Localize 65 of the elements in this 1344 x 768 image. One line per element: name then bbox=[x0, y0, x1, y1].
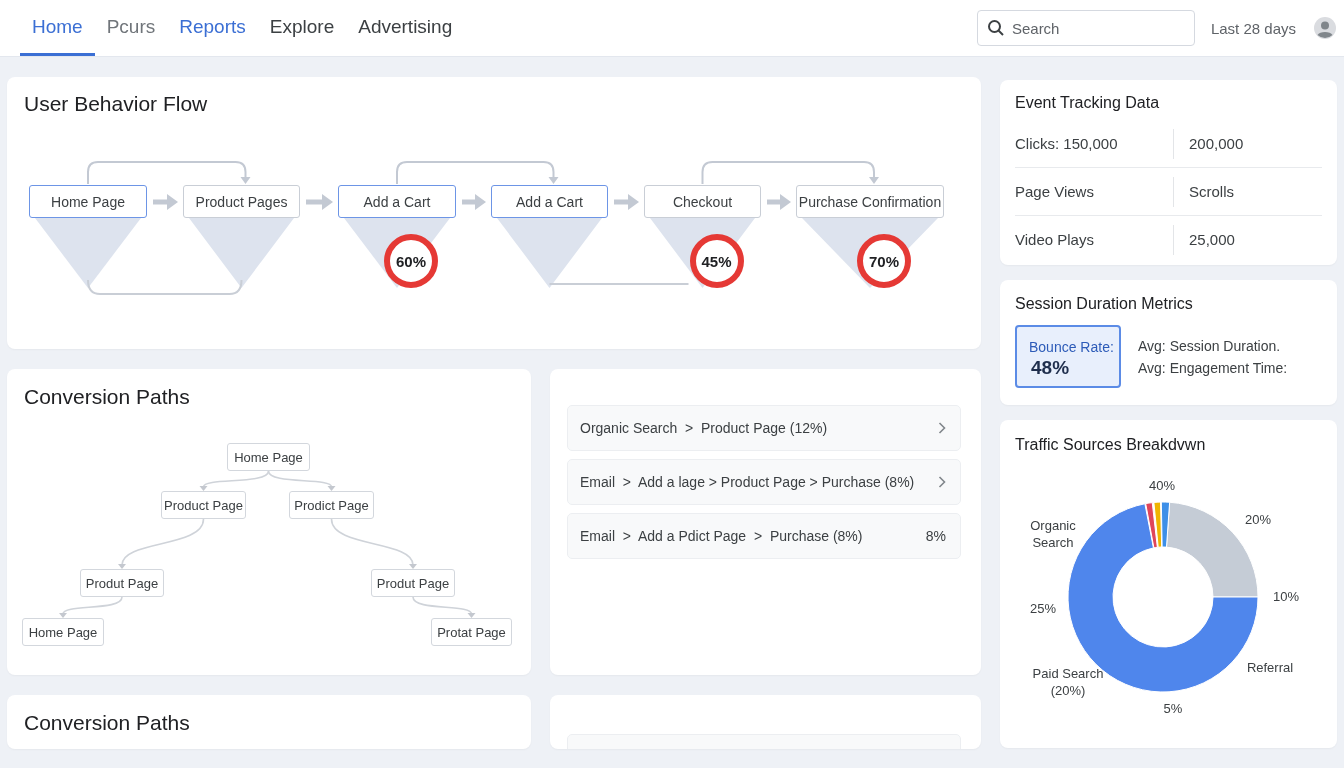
date-range[interactable]: Last 28 days bbox=[1210, 19, 1296, 37]
connector-arrow bbox=[59, 596, 123, 618]
path-text: Email > Add a Pdict Page > Purchase (8%) bbox=[580, 528, 863, 544]
card-title: Conversion Paths bbox=[24, 385, 190, 409]
nav-tab[interactable]: Reports bbox=[167, 0, 258, 56]
table-cell: 200,000 bbox=[1173, 128, 1322, 159]
chart-label: Referral bbox=[1246, 659, 1294, 677]
table-cell: Scrolls bbox=[1173, 176, 1322, 207]
chart-label: 5% bbox=[1163, 700, 1183, 718]
tree-node[interactable]: Produt Page bbox=[80, 569, 164, 597]
tree-node[interactable]: Produt Page bbox=[371, 569, 455, 597]
flow-node[interactable]: Add a Cart bbox=[338, 185, 456, 218]
connector-arrow bbox=[267, 470, 336, 491]
table-cell-text: Page Views bbox=[1015, 183, 1095, 200]
nav-tab[interactable]: Explore bbox=[257, 0, 347, 56]
card-title: Traffic Sources Breakdvwn bbox=[1015, 436, 1206, 454]
table-cell-text: Clicks: 150,000 bbox=[1015, 135, 1119, 152]
search-icon bbox=[986, 19, 1005, 37]
table-cell-text: Video Plays bbox=[1015, 231, 1095, 248]
card-title: Session Duration Metrics bbox=[1015, 295, 1194, 313]
path-row[interactable]: Email > Add a lage > Product Page > Purchase (8%) bbox=[567, 459, 961, 505]
tree-node[interactable]: Prodict Page bbox=[289, 491, 374, 519]
flow-node[interactable]: Home Page bbox=[29, 185, 147, 218]
metric-label: Bounce Rate: bbox=[1029, 339, 1115, 355]
nav-tab[interactable]: Advertising bbox=[346, 0, 465, 56]
chart-label: Paid Search (20%) bbox=[1032, 666, 1104, 700]
card-title: Event Tracking Data bbox=[1015, 94, 1161, 112]
metric-label: Avg: Session Duration. bbox=[1138, 337, 1282, 354]
search-field[interactable]: Search bbox=[976, 10, 1195, 46]
table-cell: 25,000 bbox=[1173, 224, 1322, 255]
card-title: User Behavior Flow bbox=[24, 92, 208, 116]
nav-tab[interactable]: Pcurs bbox=[94, 0, 168, 56]
flow-node[interactable]: Purchase Confirmation bbox=[796, 185, 944, 218]
tree-node[interactable]: Home Page bbox=[227, 443, 310, 471]
flow-arrow bbox=[767, 194, 791, 210]
connector-arrow bbox=[199, 470, 270, 491]
chart-label: 40% bbox=[1149, 477, 1175, 495]
metric-label: Avg: Engagement Time: bbox=[1138, 359, 1288, 376]
path-text: Email > Add a lage > Product Page > Purchase (8%) bbox=[580, 474, 915, 490]
percent-badge: 60% bbox=[384, 234, 438, 288]
flow-arrow bbox=[306, 194, 333, 210]
nav-tab[interactable]: Home bbox=[20, 0, 95, 56]
chevron-right-icon bbox=[938, 422, 946, 434]
flow-arrow bbox=[153, 194, 178, 210]
chart-label: 20% bbox=[1245, 511, 1271, 529]
chart-label: Organic Search bbox=[1030, 518, 1076, 552]
card-title: Conversion Paths bbox=[24, 711, 190, 735]
flow-node[interactable]: Add a Cart bbox=[491, 185, 608, 218]
chart-label: 10% bbox=[1273, 588, 1299, 606]
tree-node[interactable]: Product Page bbox=[161, 491, 246, 519]
path-text: Organic Search > Product Page (12%) bbox=[580, 420, 828, 436]
chart-label: 25% bbox=[1030, 600, 1056, 618]
avatar-icon[interactable] bbox=[1314, 17, 1336, 39]
tree-node[interactable]: Protat Page bbox=[431, 618, 512, 646]
flow-arrow bbox=[462, 194, 486, 210]
flow-arrow bbox=[614, 194, 639, 210]
path-share: 8% bbox=[925, 528, 946, 544]
metric-value: 48% bbox=[1031, 357, 1071, 379]
flow-node[interactable]: Product Pages bbox=[183, 185, 300, 218]
tree-node[interactable]: Home Page bbox=[22, 618, 104, 646]
path-row[interactable]: Email > Add a Pdict Page > Purchase (8%) 8% bbox=[567, 513, 961, 559]
chevron-right-icon bbox=[938, 476, 946, 488]
flow-node[interactable]: Checkout bbox=[644, 185, 761, 218]
connector-arrow bbox=[412, 596, 476, 618]
path-row[interactable]: Organic Search > Product Page (12%) bbox=[567, 405, 961, 451]
